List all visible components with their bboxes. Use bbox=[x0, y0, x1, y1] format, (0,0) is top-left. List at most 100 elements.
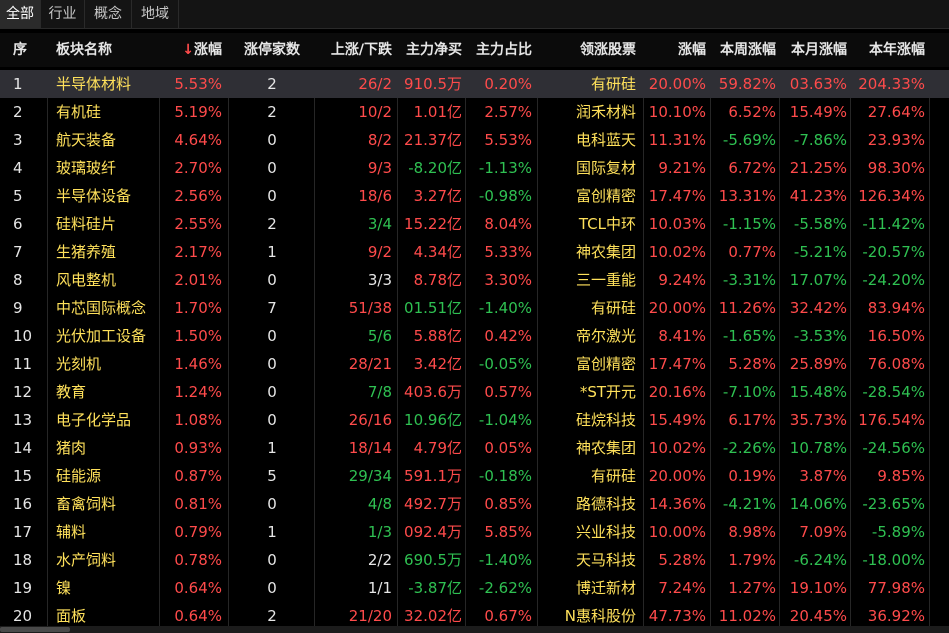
cell-leader-change: 9.24% bbox=[658, 271, 706, 289]
cell-sector-name: 有机硅 bbox=[56, 103, 102, 121]
cell-leader: 兴业科技 bbox=[575, 523, 636, 541]
table-row[interactable]: 6 硅料硅片 2.55% 2 3/4 15.22亿 8.04% TCL中环 10.03% -1.1… bbox=[0, 210, 949, 238]
cell-updown: 3/4 bbox=[367, 215, 392, 233]
cell-change: 2.55% bbox=[174, 215, 222, 233]
cell-leader-change: 17.47% bbox=[648, 355, 706, 373]
cell-sector-name: 半导体设备 bbox=[56, 187, 132, 205]
cell-change: 1.46% bbox=[174, 355, 222, 373]
header-change[interactable]: ↓涨幅 bbox=[162, 33, 222, 67]
cell-year: -11.42% bbox=[862, 215, 925, 233]
cell-ratio: 0.85% bbox=[484, 495, 532, 513]
cell-limit-up: 1 bbox=[267, 523, 277, 541]
table-row[interactable]: 8 风电整机 2.01% 0 3/3 8.78亿 3.30% 三一重能 9.24% -3.31% 1… bbox=[0, 266, 949, 294]
cell-seq: 8 bbox=[13, 271, 23, 289]
table-row[interactable]: 13 电子化学品 1.08% 0 26/16 10.96亿 -1.04% 硅烷科技 15.49%… bbox=[0, 406, 949, 434]
cell-month: 25.89% bbox=[789, 355, 847, 373]
table-row[interactable]: 9 中芯国际概念 1.70% 7 51/38 01.51亿 -1.40% 有研硅 20.00% 1… bbox=[0, 294, 949, 322]
cell-updown: 26/16 bbox=[348, 411, 392, 429]
header-change-label: 涨幅 bbox=[194, 42, 222, 58]
table-row[interactable]: 12 教育 1.24% 0 7/8 403.6万 0.57% *ST开元 20.16% -7.10… bbox=[0, 378, 949, 406]
tab-concept[interactable]: 概念 bbox=[85, 0, 132, 28]
cell-week: 8.98% bbox=[728, 523, 776, 541]
table-row[interactable]: 16 畜禽饲料 0.81% 0 4/8 492.7万 0.85% 路德科技 14.36% -4.2… bbox=[0, 490, 949, 518]
cell-limit-up: 2 bbox=[267, 103, 277, 121]
cell-net: 21.37亿 bbox=[404, 131, 462, 149]
table-row[interactable]: 2 有机硅 5.19% 2 10/2 1.01亿 2.57% 润禾材料 10.10% 6.52% 1… bbox=[0, 98, 949, 126]
cell-leader-change: 11.31% bbox=[648, 131, 706, 149]
cell-sector-name: 辅料 bbox=[56, 523, 87, 541]
table-row[interactable]: 10 光伏加工设备 1.50% 0 5/6 5.88亿 0.42% 帝尔激光 8.41% -1.6… bbox=[0, 322, 949, 350]
header-limit-up[interactable]: 涨停家数 bbox=[232, 33, 312, 67]
cell-change: 2.01% bbox=[174, 271, 222, 289]
cell-leader-change: 9.21% bbox=[658, 159, 706, 177]
cell-week: -1.65% bbox=[722, 327, 776, 345]
cell-seq: 10 bbox=[13, 327, 33, 345]
cell-ratio: 5.85% bbox=[484, 523, 532, 541]
cell-month: 32.42% bbox=[789, 299, 847, 317]
tab-region[interactable]: 地域 bbox=[132, 0, 179, 28]
cell-week: 13.31% bbox=[718, 187, 776, 205]
header-updown[interactable]: 上涨/下跌 bbox=[318, 33, 392, 67]
cell-week: 1.27% bbox=[728, 579, 776, 597]
table-row[interactable]: 14 猪肉 0.93% 1 18/14 4.79亿 0.05% 神农集团 10.02% -2.26… bbox=[0, 434, 949, 462]
table-row[interactable]: 11 光刻机 1.46% 0 28/21 3.42亿 -0.05% 富创精密 17.47% 5.2… bbox=[0, 350, 949, 378]
table-row[interactable]: 18 水产饲料 0.78% 0 2/2 690.5万 -1.40% 天马科技 5.28% 1.79… bbox=[0, 546, 949, 574]
cell-ratio: 3.30% bbox=[484, 271, 532, 289]
cell-leader: 电科蓝天 bbox=[575, 131, 636, 149]
header-week[interactable]: 本周涨幅 bbox=[712, 33, 776, 67]
cell-seq: 5 bbox=[13, 187, 23, 205]
cell-change: 1.08% bbox=[174, 411, 222, 429]
scrollbar-thumb[interactable] bbox=[0, 627, 70, 632]
header-ratio[interactable]: 主力占比 bbox=[466, 33, 532, 67]
cell-net: 403.6万 bbox=[404, 383, 462, 401]
header-name[interactable]: 板块名称 bbox=[56, 33, 156, 67]
tab-industry[interactable]: 行业 bbox=[41, 0, 85, 28]
cell-month: -5.58% bbox=[793, 215, 847, 233]
horizontal-scrollbar[interactable] bbox=[0, 626, 949, 633]
header-leader-change[interactable]: 涨幅 bbox=[646, 33, 706, 67]
cell-limit-up: 5 bbox=[267, 467, 277, 485]
table-row[interactable]: 17 辅料 0.79% 1 1/3 092.4万 5.85% 兴业科技 10.00% 8.98% 7… bbox=[0, 518, 949, 546]
cell-seq: 4 bbox=[13, 159, 23, 177]
cell-seq: 13 bbox=[13, 411, 33, 429]
table-row[interactable]: 19 镍 0.64% 0 1/1 -3.87亿 -2.62% 博迁新材 7.24% 1.27% 19… bbox=[0, 574, 949, 602]
table-row[interactable]: 15 硅能源 0.87% 5 29/34 591.1万 -0.18% 有研硅 20.00% 0.1… bbox=[0, 462, 949, 490]
cell-year: -23.65% bbox=[862, 495, 925, 513]
header-leader[interactable]: 领涨股票 bbox=[560, 33, 636, 67]
cell-limit-up: 1 bbox=[267, 243, 277, 261]
cell-month: 17.07% bbox=[789, 271, 847, 289]
cell-leader-change: 8.41% bbox=[658, 327, 706, 345]
header-month[interactable]: 本月涨幅 bbox=[780, 33, 847, 67]
cell-change: 1.70% bbox=[174, 299, 222, 317]
sector-table-body: 1 半导体材料 5.53% 2 26/2 910.5万 0.20% 有研硅 20.00% 59.8… bbox=[0, 70, 949, 630]
cell-year: 98.30% bbox=[867, 159, 925, 177]
cell-sector-name: 教育 bbox=[56, 383, 87, 401]
cell-month: 15.48% bbox=[789, 383, 847, 401]
table-row[interactable]: 1 半导体材料 5.53% 2 26/2 910.5万 0.20% 有研硅 20.00% 59.8… bbox=[0, 70, 949, 98]
header-net[interactable]: 主力净买 bbox=[398, 33, 462, 67]
cell-ratio: 8.04% bbox=[484, 215, 532, 233]
cell-sector-name: 航天装备 bbox=[56, 131, 117, 149]
cell-updown: 18/6 bbox=[358, 187, 392, 205]
cell-change: 1.50% bbox=[174, 327, 222, 345]
table-row[interactable]: 5 半导体设备 2.56% 0 18/6 3.27亿 -0.98% 富创精密 17.47% 13.… bbox=[0, 182, 949, 210]
cell-month: -3.53% bbox=[793, 327, 847, 345]
cell-net: 8.78亿 bbox=[413, 271, 462, 289]
cell-seq: 1 bbox=[13, 75, 23, 93]
cell-week: 6.72% bbox=[728, 159, 776, 177]
cell-seq: 12 bbox=[13, 383, 33, 401]
table-row[interactable]: 4 玻璃玻纤 2.70% 0 9/3 -8.20亿 -1.13% 国际复材 9.21% 6.72%… bbox=[0, 154, 949, 182]
cell-month: 7.09% bbox=[799, 523, 847, 541]
header-seq[interactable]: 序 bbox=[13, 33, 43, 67]
cell-seq: 9 bbox=[13, 299, 23, 317]
table-row[interactable]: 7 生猪养殖 2.17% 1 9/2 4.34亿 5.33% 神农集团 10.02% 0.77% -… bbox=[0, 238, 949, 266]
table-row[interactable]: 3 航天装备 4.64% 0 8/2 21.37亿 5.53% 电科蓝天 11.31% -5.69… bbox=[0, 126, 949, 154]
tab-all[interactable]: 全部 bbox=[0, 0, 41, 28]
cell-ratio: -2.62% bbox=[478, 579, 532, 597]
cell-leader: 有研硅 bbox=[590, 299, 636, 317]
header-year[interactable]: 本年涨幅 bbox=[852, 33, 925, 67]
cell-net: 092.4万 bbox=[404, 523, 462, 541]
cell-ratio: -0.05% bbox=[478, 355, 532, 373]
cell-seq: 17 bbox=[13, 523, 33, 541]
cell-updown: 9/2 bbox=[367, 243, 392, 261]
